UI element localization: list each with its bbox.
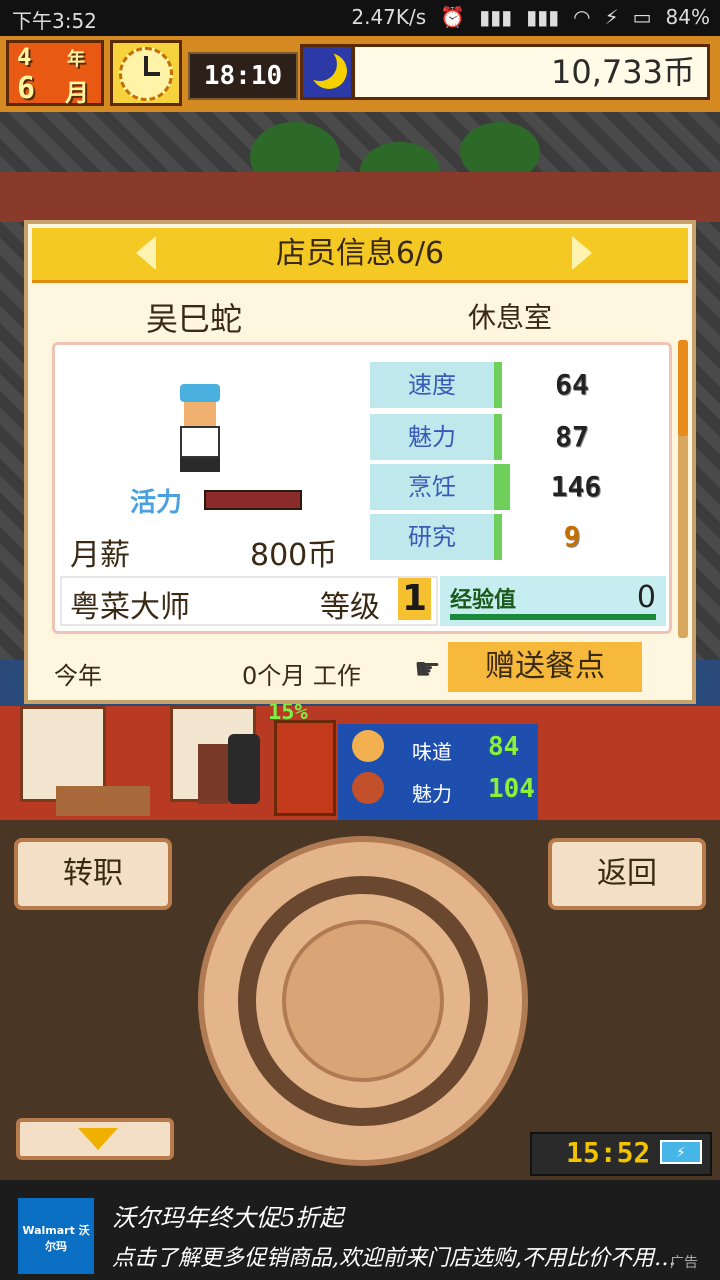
month-number: 6 bbox=[17, 71, 36, 106]
signal-icon: ▮▮▮ bbox=[479, 5, 513, 29]
dpad-control[interactable] bbox=[198, 836, 528, 1166]
vitality-bar bbox=[204, 490, 302, 510]
dialog-header: 店员信息6/6 bbox=[32, 228, 688, 283]
stat-label: 速度 bbox=[370, 362, 494, 408]
chef-hat bbox=[180, 384, 220, 402]
exp-bar bbox=[450, 614, 656, 620]
work-duration: 0个月 工作 bbox=[242, 662, 361, 690]
dpad-center[interactable] bbox=[282, 920, 444, 1082]
alarm-icon: ⏰ bbox=[440, 5, 466, 29]
taste-value: 84 bbox=[488, 732, 520, 762]
month-label: 月 bbox=[65, 79, 89, 107]
stat-row: 速度 64 bbox=[370, 362, 642, 408]
stat-bar bbox=[494, 514, 502, 560]
salary-value: 800币 bbox=[250, 538, 338, 573]
scroll-down-button[interactable] bbox=[16, 1118, 174, 1160]
clock-icon bbox=[110, 40, 182, 106]
clock-face bbox=[119, 47, 173, 101]
roof-tiles bbox=[0, 222, 24, 662]
gift-meal-button[interactable]: 赠送餐点 bbox=[448, 642, 642, 692]
experience-row: 经验值 0 bbox=[440, 576, 666, 626]
level-label: 等级 bbox=[320, 590, 380, 625]
status-icons: 2.47K/s ⏰ ▮▮▮ ▮▮▮ ◠ ⚡ ▭ 84% bbox=[351, 5, 710, 29]
exp-value: 0 bbox=[636, 580, 656, 615]
exp-label: 经验值 bbox=[450, 588, 517, 613]
salary-label: 月薪 bbox=[70, 538, 130, 573]
chef-body bbox=[180, 426, 220, 458]
stat-row: 魅力 87 bbox=[370, 414, 642, 460]
taste-icon bbox=[352, 730, 384, 762]
taste-label: 味道 bbox=[412, 740, 452, 764]
battery-percent: 84% bbox=[665, 5, 710, 29]
taste-row: 味道 84 bbox=[348, 728, 538, 768]
charm-label: 魅力 bbox=[412, 782, 452, 806]
scrollbar-thumb[interactable] bbox=[678, 340, 688, 436]
year-number: 4 bbox=[17, 43, 32, 71]
stat-label: 研究 bbox=[370, 514, 494, 560]
year-label: 年 bbox=[67, 49, 85, 70]
battery-icon: ▭ bbox=[632, 5, 652, 29]
rank-row: 粤菜大师 等级 1 bbox=[60, 576, 438, 626]
table bbox=[56, 786, 150, 816]
stat-row: 烹饪 146 bbox=[370, 464, 642, 510]
ad-tag: 广告 bbox=[670, 1255, 698, 1271]
ad-title: 沃尔玛年终大促5折起 bbox=[112, 1204, 344, 1232]
staff-name: 吴巳蛇 bbox=[146, 300, 243, 338]
down-arrow-icon bbox=[78, 1128, 118, 1150]
roof-tiles bbox=[0, 112, 720, 172]
transfer-job-button[interactable]: 转职 bbox=[14, 838, 172, 910]
charm-dish-icon bbox=[352, 772, 384, 804]
scrollbar[interactable] bbox=[678, 340, 688, 638]
walmart-logo-text: Walmart 沃尔玛 bbox=[22, 1224, 90, 1253]
dish-stats: 味道 84 魅力 104 bbox=[338, 724, 538, 820]
moon-icon bbox=[303, 47, 347, 89]
charm-row: 魅力 104 bbox=[348, 770, 538, 810]
staff-location: 休息室 bbox=[468, 301, 553, 334]
chef-sprite[interactable] bbox=[228, 734, 260, 804]
staff-info-dialog: 店员信息6/6 吴巳蛇 休息室 活力 月薪 800币 速度 64 魅力 87 烹… bbox=[24, 220, 696, 704]
chef-face bbox=[184, 402, 216, 426]
game-top-bar: 4 年 6 月 18:10 10,733币 bbox=[0, 36, 720, 112]
walmart-logo: Walmart 沃尔玛 bbox=[18, 1198, 94, 1274]
back-button[interactable]: 返回 bbox=[548, 838, 706, 910]
building-wall bbox=[0, 172, 720, 222]
night-indicator bbox=[300, 44, 354, 100]
status-time: 下午3:52 bbox=[12, 9, 97, 33]
next-staff-arrow-icon[interactable] bbox=[572, 236, 592, 270]
stat-value: 64 bbox=[502, 362, 642, 408]
charging-icon: ⚡ bbox=[604, 5, 619, 29]
vitality-label: 活力 bbox=[130, 488, 183, 518]
stat-bar bbox=[494, 464, 510, 510]
stat-bar bbox=[494, 414, 502, 460]
charm-value: 104 bbox=[488, 774, 535, 804]
money-display: 10,733币 bbox=[352, 44, 710, 100]
clock-hand-minute bbox=[144, 72, 160, 76]
pointing-hand-icon: ☛ bbox=[414, 652, 441, 687]
device-clock: 15:52 ⚡ bbox=[530, 1132, 712, 1176]
cabinet bbox=[274, 720, 336, 816]
game-time: 18:10 bbox=[188, 52, 298, 100]
stat-label: 烹饪 bbox=[370, 464, 494, 510]
pot bbox=[198, 744, 228, 804]
rank-title: 粤菜大师 bbox=[70, 590, 190, 625]
ad-banner[interactable]: Walmart 沃尔玛 沃尔玛年终大促5折起 点击了解更多促销商品,欢迎前来门店… bbox=[0, 1180, 720, 1280]
stat-value: 87 bbox=[502, 414, 642, 460]
wifi-icon: ◠ bbox=[573, 5, 591, 29]
stat-value: 9 bbox=[502, 514, 642, 560]
stat-value: 146 bbox=[510, 464, 642, 510]
stat-row: 研究 9 bbox=[370, 514, 642, 560]
stat-label: 魅力 bbox=[370, 414, 494, 460]
ad-text: 点击了解更多促销商品,欢迎前来门店选购,不用比价不用… bbox=[112, 1246, 676, 1271]
date-box: 4 年 6 月 bbox=[6, 40, 104, 107]
chef-legs bbox=[180, 458, 220, 472]
stat-bar bbox=[494, 362, 502, 408]
battery-charging-icon: ⚡ bbox=[660, 1140, 702, 1164]
this-year-label: 今年 bbox=[54, 662, 102, 690]
chef-avatar bbox=[174, 384, 226, 472]
signal-icon-2: ▮▮▮ bbox=[526, 5, 560, 29]
level-value: 1 bbox=[398, 578, 432, 620]
net-speed: 2.47K/s bbox=[351, 5, 427, 29]
device-clock-time: 15:52 bbox=[566, 1136, 651, 1169]
status-bar: 下午3:52 2.47K/s ⏰ ▮▮▮ ▮▮▮ ◠ ⚡ ▭ 84% bbox=[0, 0, 720, 36]
